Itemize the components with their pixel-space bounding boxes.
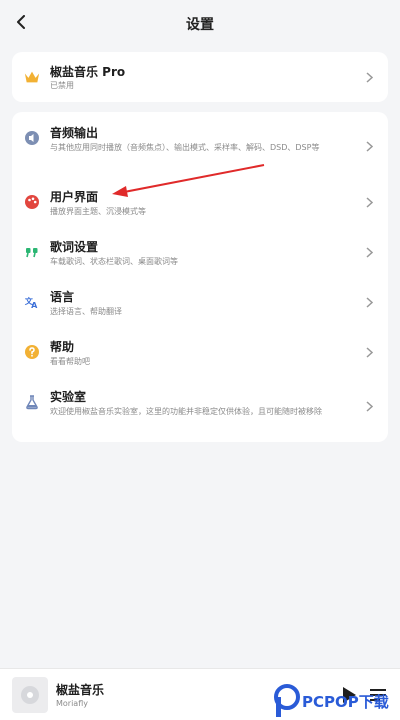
chevron-right-icon bbox=[364, 296, 374, 308]
svg-text:A: A bbox=[31, 301, 38, 310]
chevron-right-icon bbox=[364, 346, 374, 358]
settings-item-help[interactable]: 帮助 看看帮助吧 bbox=[12, 332, 388, 374]
settings-item-subtitle: 播放界面主题、沉浸模式等 bbox=[50, 207, 146, 216]
settings-item-title: 用户界面 bbox=[50, 190, 99, 204]
settings-item-title: 语言 bbox=[50, 290, 75, 304]
chevron-right-icon bbox=[364, 71, 374, 83]
watermark: PCPOP下载 bbox=[274, 684, 400, 720]
settings-item-subtitle: 欢迎使用椒盐音乐实验室，这里的功能并非稳定仅供体验，且可能随时被移除 bbox=[50, 407, 322, 416]
settings-item-lyrics[interactable]: 歌词设置 车载歌词、状态栏歌词、桌面歌词等 bbox=[12, 232, 388, 274]
settings-card: 音频输出 与其他应用同时播放（音频焦点）、输出模式、采样率、解码、DSD、DSP… bbox=[12, 112, 388, 442]
pcpop-logo-icon bbox=[274, 684, 300, 717]
chevron-right-icon bbox=[364, 400, 374, 412]
help-icon bbox=[24, 344, 40, 360]
translate-icon: 文 A bbox=[24, 294, 40, 310]
flask-icon bbox=[24, 394, 40, 410]
chevron-right-icon bbox=[364, 196, 374, 208]
settings-item-title: 歌词设置 bbox=[50, 240, 99, 254]
settings-item-subtitle: 车载歌词、状态栏歌词、桌面歌词等 bbox=[50, 257, 178, 266]
quote-icon bbox=[24, 244, 40, 260]
top-bar: 设置 bbox=[0, 0, 400, 46]
settings-item-lab[interactable]: 实验室 欢迎使用椒盐音乐实验室，这里的功能并非稳定仅供体验，且可能随时被移除 bbox=[12, 382, 388, 432]
page-title: 设置 bbox=[186, 17, 214, 33]
settings-item-subtitle: 与其他应用同时播放（音频焦点）、输出模式、采样率、解码、DSD、DSP等 bbox=[50, 143, 320, 152]
disc-icon bbox=[21, 686, 39, 704]
settings-item-user-interface[interactable]: 用户界面 播放界面主题、沉浸模式等 bbox=[12, 182, 388, 224]
settings-item-subtitle: 选择语言、帮助翻译 bbox=[50, 307, 122, 316]
settings-item-title: 音频输出 bbox=[50, 126, 99, 140]
settings-item-title: 帮助 bbox=[50, 340, 75, 354]
settings-item-language[interactable]: 文 A 语言 选择语言、帮助翻译 bbox=[12, 282, 388, 324]
settings-item-pro[interactable]: 椒盐音乐 Pro 已禁用 bbox=[12, 52, 388, 102]
pro-title: 椒盐音乐 Pro bbox=[50, 65, 126, 79]
pro-card: 椒盐音乐 Pro 已禁用 bbox=[12, 52, 388, 102]
settings-item-audio-output[interactable]: 音频输出 与其他应用同时播放（音频焦点）、输出模式、采样率、解码、DSD、DSP… bbox=[12, 118, 388, 174]
watermark-text: PCPOP下载 bbox=[302, 693, 389, 711]
settings-item-subtitle: 看看帮助吧 bbox=[50, 357, 90, 366]
chevron-right-icon bbox=[364, 140, 374, 152]
player-artist: Moriafly bbox=[56, 699, 88, 708]
player-title: 椒盐音乐 bbox=[56, 683, 105, 697]
crown-icon bbox=[24, 69, 40, 85]
settings-item-title: 实验室 bbox=[50, 390, 87, 404]
palette-icon bbox=[24, 194, 40, 210]
speaker-icon bbox=[24, 130, 40, 146]
chevron-right-icon bbox=[364, 246, 374, 258]
album-cover bbox=[12, 677, 48, 713]
pro-subtitle: 已禁用 bbox=[50, 81, 74, 90]
